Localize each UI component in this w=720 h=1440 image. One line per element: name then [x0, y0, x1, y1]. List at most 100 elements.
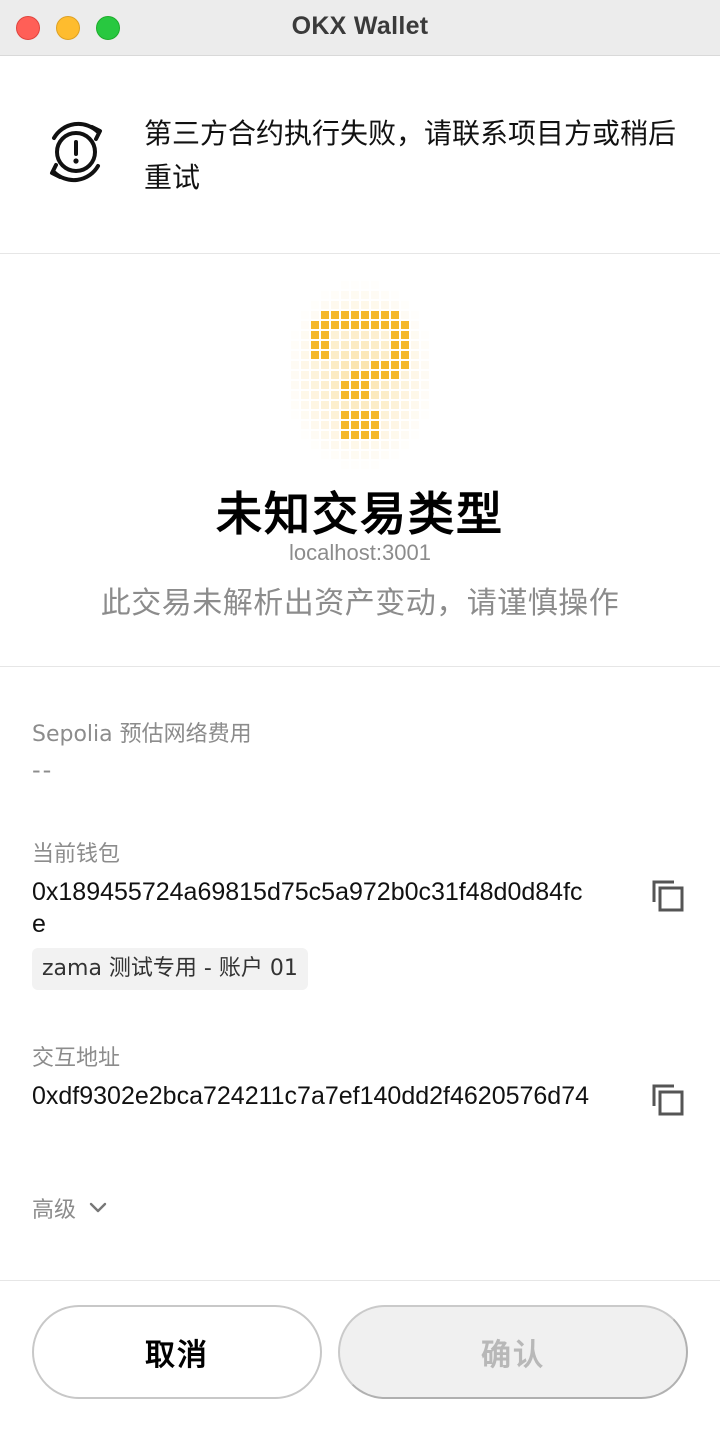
- pixel-cell: [281, 371, 289, 379]
- window-titlebar: OKX Wallet: [0, 0, 720, 56]
- pixel-cell: [311, 331, 319, 339]
- pixel-cell: [291, 311, 299, 319]
- pixel-cell: [311, 271, 319, 279]
- pixel-cell: [431, 361, 439, 369]
- pixel-cell: [311, 351, 319, 359]
- pixel-cell: [371, 451, 379, 459]
- pixel-cell: [421, 311, 429, 319]
- pixel-cell: [291, 421, 299, 429]
- pixel-cell: [401, 451, 409, 459]
- cancel-button[interactable]: 取消: [32, 1305, 322, 1399]
- pixel-cell: [351, 431, 359, 439]
- pixel-cell: [371, 391, 379, 399]
- pixel-cell: [311, 401, 319, 409]
- pixel-cell: [411, 441, 419, 449]
- pixel-cell: [371, 271, 379, 279]
- pixel-cell: [431, 431, 439, 439]
- pixel-cell: [321, 401, 329, 409]
- pixel-cell: [391, 291, 399, 299]
- pixel-cell: [311, 341, 319, 349]
- pixel-cell: [401, 291, 409, 299]
- pixel-cell: [301, 271, 309, 279]
- pixel-cell: [421, 391, 429, 399]
- pixel-cell: [401, 461, 409, 469]
- pixel-cell: [351, 361, 359, 369]
- pixel-cell: [351, 301, 359, 309]
- pixel-cell: [381, 431, 389, 439]
- pixel-cell: [431, 401, 439, 409]
- pixel-cell: [411, 341, 419, 349]
- pixel-cell: [411, 331, 419, 339]
- pixel-cell: [411, 271, 419, 279]
- pixel-cell: [351, 461, 359, 469]
- pixel-cell: [301, 331, 309, 339]
- pixel-cell: [321, 391, 329, 399]
- pixel-cell: [341, 331, 349, 339]
- current-wallet-label: 当前钱包: [32, 842, 121, 867]
- confirm-button[interactable]: 确认: [338, 1305, 688, 1399]
- pixel-cell: [361, 331, 369, 339]
- pixel-cell: [391, 431, 399, 439]
- pixel-cell: [411, 461, 419, 469]
- pixel-cell: [381, 331, 389, 339]
- pixel-cell: [391, 281, 399, 289]
- pixel-cell: [391, 311, 399, 319]
- pixel-cell: [381, 381, 389, 389]
- pixel-cell: [321, 271, 329, 279]
- pixel-cell: [411, 401, 419, 409]
- pixel-cell: [341, 351, 349, 359]
- pixel-cell: [291, 291, 299, 299]
- window-title: OKX Wallet: [291, 12, 429, 40]
- pixel-cell: [301, 421, 309, 429]
- pixel-cell: [371, 331, 379, 339]
- advanced-toggle[interactable]: 高级: [32, 1190, 108, 1226]
- pixel-cell: [421, 361, 429, 369]
- pixel-cell: [371, 411, 379, 419]
- pixel-cell: [421, 411, 429, 419]
- copy-icon[interactable]: [650, 1082, 686, 1118]
- pixel-cell: [341, 371, 349, 379]
- pixel-cell: [341, 301, 349, 309]
- pixel-cell: [421, 301, 429, 309]
- pixel-cell: [401, 371, 409, 379]
- pixel-cell: [391, 461, 399, 469]
- pixel-cell: [361, 371, 369, 379]
- pixel-cell: [331, 401, 339, 409]
- pixel-cell: [431, 391, 439, 399]
- pixel-cell: [281, 301, 289, 309]
- copy-icon[interactable]: [650, 878, 686, 914]
- pixel-cell: [301, 441, 309, 449]
- pixel-cell: [341, 391, 349, 399]
- pixel-cell: [331, 291, 339, 299]
- pixel-cell: [301, 351, 309, 359]
- asset-change-warning: 此交易未解析出资产变动，请谨慎操作: [100, 586, 620, 621]
- pixel-cell: [381, 461, 389, 469]
- pixel-cell: [331, 281, 339, 289]
- pixel-cell: [301, 381, 309, 389]
- pixel-cell: [281, 411, 289, 419]
- pixel-cell: [431, 411, 439, 419]
- pixel-cell: [401, 381, 409, 389]
- pixel-cell: [321, 441, 329, 449]
- pixel-cell: [391, 381, 399, 389]
- pixel-cell: [281, 381, 289, 389]
- pixel-cell: [371, 351, 379, 359]
- alert-message: 第三方合约执行失败，请联系项目方或稍后重试: [144, 117, 677, 194]
- pixel-cell: [281, 291, 289, 299]
- pixel-cell: [421, 371, 429, 379]
- pixel-cell: [371, 291, 379, 299]
- pixel-cell: [371, 461, 379, 469]
- pixel-cell: [421, 321, 429, 329]
- pixel-cell: [351, 281, 359, 289]
- pixel-cell: [331, 341, 339, 349]
- pixel-cell: [341, 291, 349, 299]
- pixel-cell: [311, 381, 319, 389]
- pixel-cell: [401, 391, 409, 399]
- pixel-cell: [361, 271, 369, 279]
- pixel-cell: [321, 351, 329, 359]
- pixel-cell: [351, 381, 359, 389]
- network-fee-label: Sepolia 预估网络费用: [32, 722, 252, 747]
- pixel-cell: [351, 321, 359, 329]
- pixel-cell: [281, 361, 289, 369]
- pixel-cell: [311, 391, 319, 399]
